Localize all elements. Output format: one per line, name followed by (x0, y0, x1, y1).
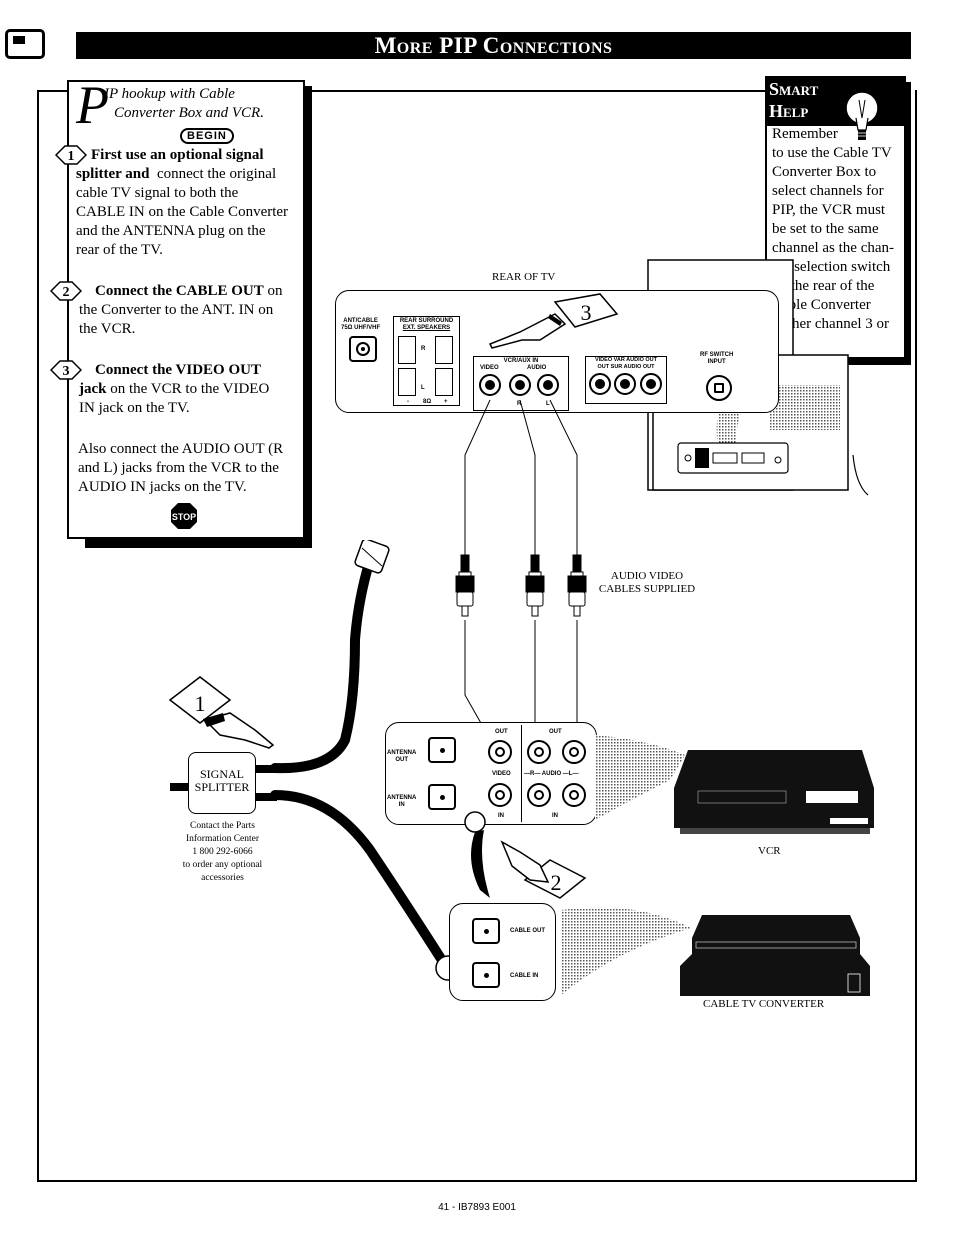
cable-converter-label: CABLE TV CONVERTER (703, 998, 825, 1010)
svg-text:1: 1 (68, 149, 75, 164)
frame-divider (37, 1180, 917, 1182)
converter-rear-panel (449, 903, 556, 1001)
step-1-pointing-hand-icon: 1 (168, 676, 275, 749)
step-1-text: First use an optional signal splitter an… (76, 147, 289, 258)
var-audio-out-jack[interactable] (614, 373, 636, 395)
converter-zoom-shading (561, 907, 691, 995)
vcr-audio-out-l-jack[interactable] (562, 740, 586, 764)
vcr-audio-in-r-jack[interactable] (527, 783, 551, 807)
svg-text:2: 2 (63, 285, 70, 300)
step-3-badge: 3 (49, 360, 83, 380)
rca-plugs-icon (455, 554, 587, 617)
video-label: VIDEO (480, 365, 499, 371)
step-3-text: Connect the VIDEO OUT jack on the VCR to… (79, 362, 270, 416)
smart-help-title: Smart Help (765, 76, 906, 126)
sur-audio-out-jack[interactable] (640, 373, 662, 395)
l-label: L (421, 385, 425, 391)
also-connect-text: Also connect the AUDIO OUT (R and L) jac… (78, 441, 284, 495)
r-label: R (421, 346, 426, 352)
subtitle-line: IP hookup with Cable (104, 86, 235, 102)
minus-label: - (407, 399, 409, 405)
rear-of-tv-label: REAR OF TV (492, 271, 556, 283)
splitter-output-stub (255, 793, 277, 801)
cable-in-label: CABLE IN (510, 973, 539, 979)
vcr-label: VCR (758, 845, 781, 857)
step-2-badge: 2 (49, 281, 83, 301)
step-2-text: Connect the CABLE OUT on the Converter t… (79, 283, 283, 337)
vcr-video-out-jack[interactable] (488, 740, 512, 764)
stop-sign-icon: STOP (170, 502, 198, 530)
cable-converter-illustration (680, 915, 870, 996)
step-2-pointing-hand-icon: 2 (464, 811, 587, 899)
vcr-aux-in-label: VCR/AUX IN (503, 358, 539, 364)
converter-cable-in-jack[interactable] (472, 962, 500, 988)
antenna-out-label: ANTENNA OUT (387, 750, 417, 763)
splitter-output-stub (255, 765, 277, 773)
rear-surround-label: REAR SURROUND EXT. SPEAKERS (399, 318, 454, 331)
svg-text:3: 3 (581, 300, 592, 325)
vcr-illustration (674, 750, 874, 834)
vcr-video-in-jack[interactable] (488, 783, 512, 807)
ant-cable-label: ANT/CABLE 75Ω UHF/VHF (341, 318, 381, 331)
speaker-terminal[interactable] (398, 336, 416, 364)
rf-switch-input-jack[interactable] (706, 375, 732, 401)
svg-text:STOP: STOP (172, 512, 196, 522)
vcr-audio-in-l-jack[interactable] (562, 783, 586, 807)
out-label: OUT (495, 729, 508, 735)
panel-divider (521, 725, 522, 822)
svg-text:2: 2 (551, 870, 562, 895)
subtitle-line: Converter Box and VCR. (114, 105, 264, 121)
vcr-audio-out-r-jack[interactable] (527, 740, 551, 764)
vcr-antenna-out-jack[interactable] (428, 737, 456, 763)
svg-text:3: 3 (63, 364, 70, 379)
cables-supplied-label: AUDIO VIDEO CABLES SUPPLIED (598, 570, 696, 595)
cable-out-label: CABLE OUT (510, 928, 545, 934)
begin-badge: BEGIN (180, 128, 234, 144)
audio-label: —R— AUDIO —L— (524, 771, 579, 777)
speaker-terminal[interactable] (435, 336, 453, 364)
video-label: VIDEO (492, 771, 511, 777)
parts-contact-info: Contact the Parts Information Center 1 8… (182, 821, 263, 883)
video-audio-out-label: VIDEO VAR AUDIO OUT OUT SUR AUDIO OUT (594, 357, 658, 370)
speaker-terminal[interactable] (435, 368, 453, 396)
instructions-subtitle: IP hookup with Cable Converter Box and V… (104, 85, 264, 123)
audio-label: AUDIO (527, 365, 547, 371)
out-label: OUT (549, 729, 562, 735)
rf-switch-label: RF SWITCH INPUT (700, 352, 734, 365)
video-in-jack[interactable] (479, 374, 501, 396)
speaker-terminal[interactable] (398, 368, 416, 396)
step-3-pointing-hand-icon: 3 (488, 293, 619, 349)
page-title: More PIP Connections (76, 32, 911, 59)
audio-in-l-jack[interactable] (537, 374, 559, 396)
signal-splitter: SIGNAL SPLITTER (188, 752, 256, 814)
ant-cable-jack[interactable] (349, 336, 377, 362)
frame-divider (915, 90, 917, 1182)
page-footer: 41 - IB7893 E001 (438, 1202, 516, 1213)
vcr-antenna-in-jack[interactable] (428, 784, 456, 810)
frame-divider (37, 90, 39, 1182)
converter-cable-out-jack[interactable] (472, 918, 500, 944)
tv-screen-icon (5, 29, 45, 59)
ohms-label: 8Ω (423, 399, 432, 405)
coax-cable-to-tv (270, 540, 390, 774)
video-out-jack[interactable] (589, 373, 611, 395)
svg-text:1: 1 (195, 691, 206, 716)
audio-in-r-jack[interactable] (509, 374, 531, 396)
splitter-input-stub (170, 783, 190, 791)
antenna-in-label: ANTENNA IN (387, 795, 417, 808)
